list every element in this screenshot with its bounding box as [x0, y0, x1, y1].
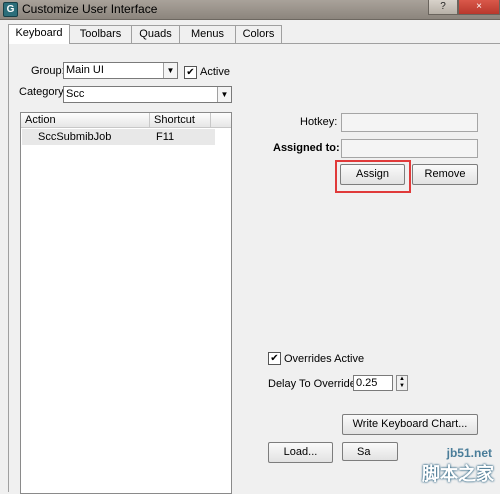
tab-quads[interactable]: Quads [131, 25, 180, 43]
action-cell: SccSubmibJob [38, 131, 112, 143]
delay-override-input[interactable]: 0.25 [353, 375, 393, 391]
list-header: Action Shortcut [21, 113, 231, 128]
shortcut-cell: F11 [156, 131, 175, 143]
tab-menus[interactable]: Menus [179, 25, 236, 43]
column-header-shortcut[interactable]: Shortcut [150, 113, 211, 127]
delay-override-label: Delay To Override: [268, 378, 359, 390]
watermark-logo: 脚本之家 [422, 464, 494, 484]
chevron-down-icon: ▼ [163, 63, 177, 78]
hotkey-label: Hotkey: [300, 116, 338, 128]
group-dropdown[interactable]: Main UI ▼ [63, 62, 178, 79]
assigned-to-label: Assigned to: [273, 142, 340, 154]
category-dropdown[interactable]: Scc ▼ [63, 86, 232, 103]
load-button[interactable]: Load... [268, 442, 333, 463]
tab-colors[interactable]: Colors [235, 25, 282, 43]
save-button[interactable]: Sa [342, 442, 398, 461]
active-checkbox[interactable]: ✔ [184, 66, 197, 79]
watermark-site: jb51.net [446, 446, 492, 460]
group-label: Group: [31, 65, 65, 77]
assign-button[interactable]: Assign [340, 164, 405, 185]
window-title: Customize User Interface [22, 2, 158, 16]
overrides-active-checkbox[interactable]: ✔ [268, 352, 281, 365]
tab-toolbars[interactable]: Toolbars [69, 25, 132, 43]
remove-button[interactable]: Remove [412, 164, 478, 185]
active-label: Active [200, 66, 230, 78]
chevron-down-icon: ▼ [217, 87, 231, 102]
write-keyboard-chart-button[interactable]: Write Keyboard Chart... [342, 414, 478, 435]
group-value: Main UI [66, 64, 104, 76]
close-button[interactable]: × [458, 0, 500, 15]
title-bar: G Customize User Interface ? × [0, 0, 500, 20]
action-list[interactable]: Action Shortcut SccSubmibJob F11 [20, 112, 232, 494]
category-value: Scc [66, 88, 85, 100]
list-item[interactable]: SccSubmibJob F11 [22, 129, 215, 145]
watermark: jb51.net 脚本之家 [398, 446, 498, 490]
assigned-to-field [341, 139, 478, 158]
help-button[interactable]: ? [428, 0, 458, 15]
hotkey-field[interactable] [341, 113, 478, 132]
spinner-arrows-icon[interactable]: ▲ ▼ [396, 375, 408, 391]
tab-keyboard[interactable]: Keyboard [8, 24, 70, 44]
app-icon: G [3, 2, 18, 17]
category-label: Category: [19, 86, 67, 98]
column-header-action[interactable]: Action [21, 113, 150, 127]
overrides-active-label: Overrides Active [284, 353, 365, 365]
